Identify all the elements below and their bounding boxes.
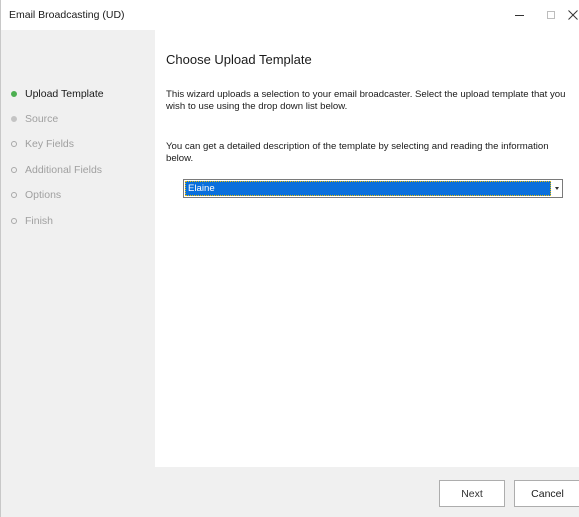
close-button[interactable] — [561, 0, 579, 30]
template-select[interactable]: Elaine — [183, 179, 563, 198]
inactive-step-icon — [11, 167, 17, 173]
inactive-step-icon — [11, 141, 17, 147]
inactive-step-icon — [11, 218, 17, 224]
intro-text: This wizard uploads a selection to your … — [166, 89, 566, 112]
next-button[interactable]: Next — [439, 480, 505, 507]
page-title: Choose Upload Template — [166, 52, 312, 67]
minimize-icon — [514, 15, 524, 16]
step-source: Source — [11, 111, 58, 127]
close-icon — [568, 10, 578, 20]
inactive-step-icon — [11, 192, 17, 198]
step-key-fields: Key Fields — [11, 136, 74, 152]
step-label: Key Fields — [25, 138, 75, 150]
wizard-footer: Next Cancel — [155, 467, 579, 517]
step-options: Options — [11, 187, 61, 203]
step-label: Additional Fields — [25, 164, 103, 176]
title-bar: Email Broadcasting (UD) — [1, 0, 579, 30]
cancel-button[interactable]: Cancel — [514, 480, 579, 507]
template-select-value: Elaine — [185, 181, 551, 196]
step-label: Finish — [25, 215, 54, 227]
current-step-icon — [11, 91, 17, 97]
step-label: Upload Template — [25, 88, 104, 100]
wizard-steps-sidebar: Upload Template Source Key Fields Additi… — [1, 30, 155, 517]
chevron-down-icon — [554, 187, 559, 190]
wizard-content: Choose Upload Template This wizard uploa… — [155, 30, 579, 467]
pending-step-icon — [11, 116, 17, 122]
step-additional-fields: Additional Fields — [11, 162, 102, 178]
step-upload-template: Upload Template — [11, 86, 104, 102]
minimize-button[interactable] — [502, 0, 536, 30]
dropdown-toggle[interactable] — [551, 180, 562, 197]
step-label: Options — [25, 189, 62, 201]
maximize-icon — [547, 11, 555, 19]
wizard-window: Email Broadcasting (UD) Upload Template … — [0, 0, 579, 517]
window-title: Email Broadcasting (UD) — [9, 9, 125, 21]
step-label: Source — [25, 113, 59, 125]
step-finish: Finish — [11, 213, 53, 229]
description-hint-text: You can get a detailed description of th… — [166, 141, 549, 164]
